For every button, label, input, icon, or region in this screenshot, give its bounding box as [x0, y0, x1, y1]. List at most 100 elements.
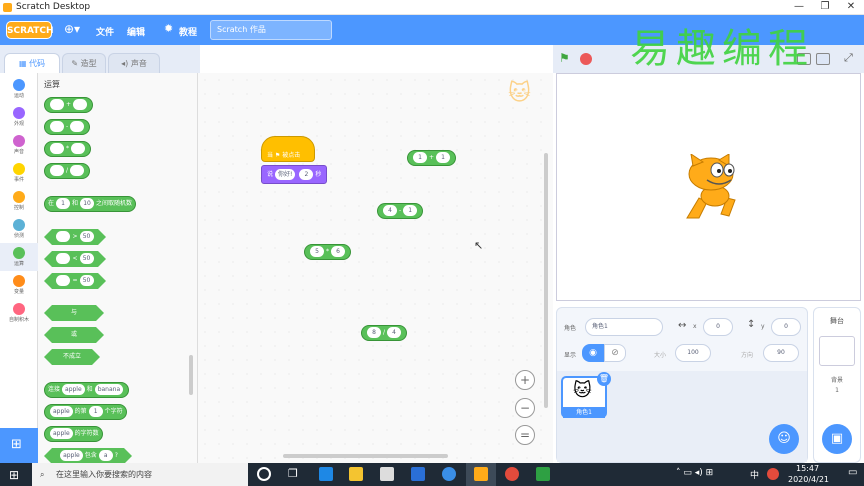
equals-block[interactable]: = 50: [44, 273, 106, 289]
workspace-hscrollbar[interactable]: [283, 454, 448, 458]
show-eye-icon[interactable]: ◉: [582, 344, 604, 362]
subtract-block[interactable]: -: [44, 119, 91, 135]
cat-thumbnail-icon: 🐱: [573, 380, 592, 401]
watermark: 易趣编程: [630, 26, 814, 72]
hide-eye-icon[interactable]: ⊘: [604, 344, 626, 362]
backdrop-pane: 舞台 背景 1 ▣: [813, 307, 861, 463]
zoom-in-button[interactable]: +: [515, 370, 535, 390]
category-variables[interactable]: 变量: [0, 271, 38, 299]
loose-subtract-block[interactable]: 4-1: [377, 203, 424, 219]
sprite-info-pane: 角色 角色1 ↔ x 0 ↕ y 0 显示 ◉ ⊘ 大小 100 方向 90 🐱…: [556, 307, 808, 463]
green-flag-icon[interactable]: ⚑: [559, 51, 570, 65]
ime-indicator[interactable]: 中: [750, 468, 759, 481]
category-sensing[interactable]: 侦测: [0, 215, 38, 243]
loose-multiply-block[interactable]: 5 * 6: [304, 244, 351, 260]
tutorials-menu[interactable]: 教程: [179, 25, 197, 38]
sprite-name-input[interactable]: 角色1: [585, 318, 663, 336]
add-extension-button[interactable]: ⊞: [0, 428, 38, 463]
app-icon-green[interactable]: [536, 467, 550, 481]
looks-dot-icon: [13, 107, 25, 119]
category-control[interactable]: 控制: [0, 187, 38, 215]
direction-input[interactable]: 90: [763, 344, 799, 362]
sensing-dot-icon: [13, 219, 25, 231]
edit-menu[interactable]: 编辑: [127, 25, 145, 38]
contains-block[interactable]: apple 包含 a?: [44, 448, 132, 463]
and-block[interactable]: 与: [44, 305, 104, 321]
clock-date[interactable]: 2020/4/21: [788, 475, 829, 484]
sprite-label: 角色: [564, 325, 577, 332]
category-my-blocks[interactable]: 自制积木: [0, 299, 38, 327]
multiply-block[interactable]: *: [44, 141, 91, 157]
choose-sprite-button[interactable]: ☺: [769, 424, 799, 454]
chrome-icon[interactable]: [505, 467, 519, 481]
not-block[interactable]: 不成立: [44, 349, 100, 365]
scratch-taskbar-icon[interactable]: [474, 467, 488, 481]
zoom-out-button[interactable]: −: [515, 398, 535, 418]
palette-scrollbar[interactable]: [189, 355, 193, 395]
random-block[interactable]: 在 1 和 10 之间取随机数: [44, 196, 137, 212]
divide-block[interactable]: /: [44, 163, 91, 179]
length-block[interactable]: apple 的字符数: [44, 426, 103, 442]
delete-icon[interactable]: 🗑: [597, 372, 611, 386]
tab-costumes[interactable]: ✎ 造型: [62, 53, 106, 73]
loose-divide-block[interactable]: 8/4: [361, 325, 408, 341]
maximize-button[interactable]: ❐: [812, 0, 838, 15]
store-icon[interactable]: [380, 467, 394, 481]
file-explorer-icon[interactable]: [349, 467, 363, 481]
less-than-block[interactable]: <50: [44, 251, 106, 267]
category-looks[interactable]: 外观: [0, 103, 38, 131]
tray-icons[interactable]: ˄ ▭ ◂) ⊞: [676, 468, 713, 478]
sprite-watermark-icon: 🐱: [508, 81, 531, 106]
say-for-secs-block[interactable]: 说你好! 2 秒: [261, 165, 328, 184]
mail-icon[interactable]: [411, 467, 425, 481]
or-block[interactable]: 或: [44, 327, 104, 343]
letter-of-block[interactable]: apple 的第 1 个字符: [44, 404, 127, 420]
code-workspace[interactable]: 🐱 当 ⚑ 被点击 说你好! 2 秒 1 +1 4-1 5 * 6 8/4 ↖ + − =: [198, 73, 553, 463]
add-block[interactable]: +: [44, 97, 94, 113]
loose-add-block[interactable]: 1 +1: [407, 150, 457, 166]
size-input[interactable]: 100: [675, 344, 711, 362]
when-flag-clicked-block[interactable]: 当 ⚑ 被点击: [261, 136, 315, 162]
fullscreen-icon[interactable]: ⤢: [844, 51, 853, 65]
direction-label: 方向: [741, 352, 754, 359]
greater-than-block[interactable]: >50: [44, 229, 106, 245]
code-icon: ▦: [18, 59, 30, 68]
sogou-icon[interactable]: [767, 468, 779, 480]
clock-time[interactable]: 15:47: [796, 464, 819, 473]
x-label: x: [693, 323, 697, 330]
taskbar-search[interactable]: ⌕ 在这里输入你要搜索的内容: [32, 463, 248, 486]
edge-icon[interactable]: [319, 467, 333, 481]
backdrop-thumbnail[interactable]: [819, 336, 855, 366]
ie-icon[interactable]: [442, 467, 456, 481]
cortana-icon[interactable]: [257, 467, 271, 481]
minimize-button[interactable]: —: [786, 0, 812, 15]
stage[interactable]: [556, 73, 861, 301]
tab-sounds[interactable]: ◂) 声音: [108, 53, 160, 73]
scratch-logo[interactable]: SCRATCH: [6, 21, 54, 39]
stop-icon[interactable]: [580, 53, 592, 65]
operators-dot-icon: [13, 247, 25, 259]
close-button[interactable]: ✕: [838, 0, 864, 15]
zoom-reset-button[interactable]: =: [515, 425, 535, 445]
join-block[interactable]: 连接 apple 和 banana: [44, 382, 130, 398]
large-stage-icon[interactable]: [816, 53, 830, 65]
category-events[interactable]: 事件: [0, 159, 38, 187]
project-title-input[interactable]: Scratch 作品: [210, 20, 332, 40]
y-label: y: [761, 323, 765, 330]
x-input[interactable]: 0: [703, 318, 733, 336]
globe-icon[interactable]: ⊕▾: [64, 22, 80, 36]
task-view-icon[interactable]: ❐: [288, 467, 298, 480]
y-input[interactable]: 0: [771, 318, 801, 336]
notification-icon[interactable]: ▭: [848, 467, 857, 478]
sprite-tile[interactable]: 🐱 角色1 🗑: [561, 372, 611, 418]
tab-code[interactable]: ▦ 代码: [4, 53, 60, 73]
category-operators[interactable]: 运算: [0, 243, 38, 271]
choose-backdrop-button[interactable]: ▣: [822, 424, 852, 454]
windows-start-icon[interactable]: ⊞: [9, 468, 19, 482]
workspace-scrollbar[interactable]: [544, 153, 548, 408]
speaker-icon: ◂): [121, 59, 131, 68]
category-motion[interactable]: 运动: [0, 75, 38, 103]
cat-sprite[interactable]: [677, 154, 747, 222]
file-menu[interactable]: 文件: [96, 25, 114, 38]
category-sound[interactable]: 声音: [0, 131, 38, 159]
